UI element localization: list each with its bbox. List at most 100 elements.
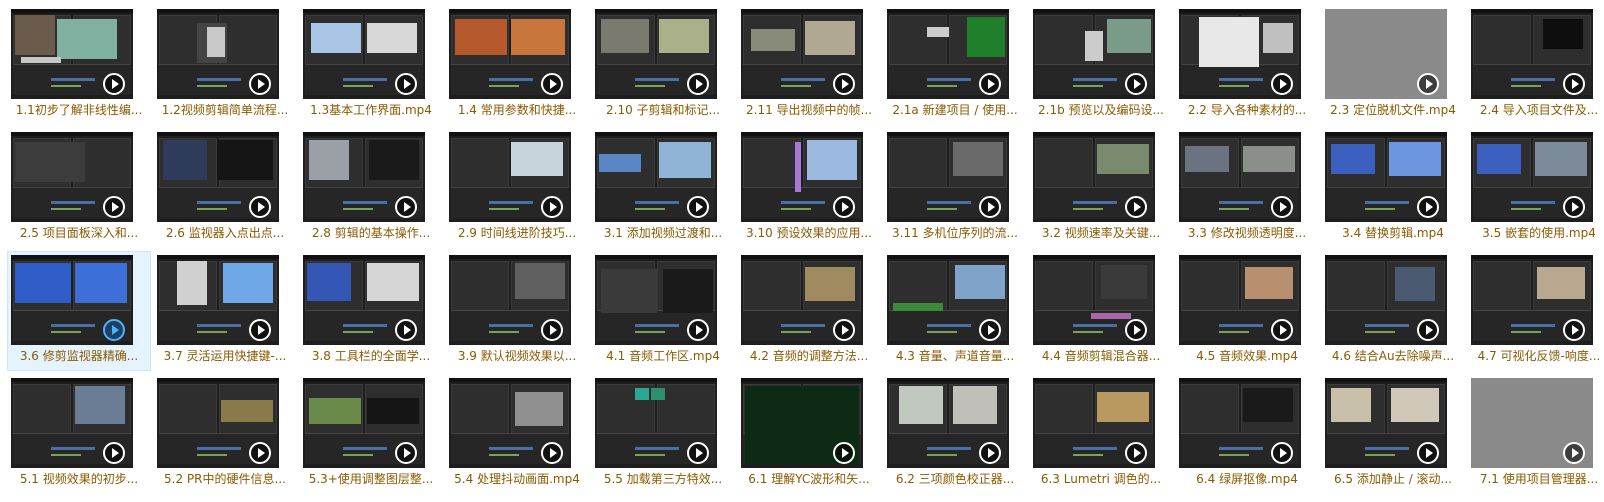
play-icon[interactable] [979,73,1001,95]
file-tile[interactable]: 4.7 可视化反馈-响度... [1468,252,1604,370]
file-tile[interactable]: 2.10 子剪辑和标记... [592,6,734,124]
file-tile[interactable]: 2.2 导入各种素材的... [1176,6,1318,124]
video-thumbnail [1325,9,1447,99]
file-tile[interactable]: 3.8 工具栏的全面学... [300,252,442,370]
file-tile[interactable]: 4.5 音频效果.mp4 [1176,252,1318,370]
file-tile[interactable]: 2.11 导出视频中的帧... [738,6,880,124]
play-icon[interactable] [979,442,1001,464]
play-icon[interactable] [1271,73,1293,95]
play-icon[interactable] [1125,73,1147,95]
play-icon[interactable] [249,73,271,95]
play-icon[interactable] [1271,196,1293,218]
play-icon[interactable] [395,73,417,95]
file-tile[interactable]: 6.5 添加静止 / 滚动... [1322,375,1464,493]
play-icon[interactable] [249,196,271,218]
play-icon[interactable] [1125,442,1147,464]
file-tile[interactable]: 5.4 处理抖动画面.mp4 [446,375,588,493]
file-tile[interactable]: 3.11 多机位序列的流... [884,129,1026,247]
file-name-label: 2.6 监视器入点出点... [165,226,285,240]
play-icon[interactable] [103,73,125,95]
file-tile[interactable]: 3.10 预设效果的应用... [738,129,880,247]
play-icon[interactable] [1125,196,1147,218]
play-icon[interactable] [979,196,1001,218]
play-icon[interactable] [395,319,417,341]
play-icon[interactable] [541,319,563,341]
file-tile[interactable]: 6.2 三项颜色校正器... [884,375,1026,493]
play-icon[interactable] [687,442,709,464]
play-icon[interactable] [1417,196,1439,218]
file-tile[interactable]: 6.1 理解YC波形和矢... [738,375,880,493]
file-tile[interactable]: 3.3 修改视频透明度... [1176,129,1318,247]
play-icon[interactable] [833,319,855,341]
play-icon[interactable] [1417,73,1439,95]
file-tile[interactable]: 2.4 导入项目文件及... [1468,6,1604,124]
file-tile[interactable]: 2.1b 预览以及编码设... [1030,6,1172,124]
play-icon[interactable] [1563,73,1585,95]
file-tile[interactable]: 5.1 视频效果的初步... [8,375,150,493]
file-tile[interactable]: 1.3基本工作界面.mp4 [300,6,442,124]
play-icon[interactable] [541,442,563,464]
file-name-label: 6.5 添加静止 / 滚动... [1333,472,1452,486]
file-name-label: 6.3 Lumetri 调色的... [1040,472,1162,486]
file-tile[interactable]: 3.1 添加视频过渡和... [592,129,734,247]
file-tile[interactable]: 1.2视频剪辑简单流程... [154,6,296,124]
file-tile[interactable]: 4.2 音频的调整方法... [738,252,880,370]
file-tile[interactable]: 2.8 剪辑的基本操作... [300,129,442,247]
play-icon[interactable] [1417,442,1439,464]
play-icon[interactable] [1563,196,1585,218]
file-tile[interactable]: 6.4 绿屏抠像.mp4 [1176,375,1318,493]
file-tile[interactable]: 4.3 音量、声道音量... [884,252,1026,370]
play-icon[interactable] [395,442,417,464]
file-name-label: 4.6 结合Au去除噪声... [1331,349,1455,363]
play-icon[interactable] [833,73,855,95]
file-name-label: 3.3 修改视频透明度... [1187,226,1307,240]
play-icon[interactable] [1417,319,1439,341]
file-name-label: 2.9 时间线进阶技巧... [457,226,577,240]
file-name-label: 2.2 导入各种素材的... [1187,103,1307,117]
play-icon[interactable] [979,319,1001,341]
play-icon[interactable] [687,319,709,341]
play-icon[interactable] [1563,442,1585,464]
play-icon[interactable] [541,73,563,95]
play-icon[interactable] [249,319,271,341]
file-tile[interactable]: 3.7 灵活运用快捷键-... [154,252,296,370]
file-tile[interactable]: 3.6 修剪监视器精确... [7,251,151,371]
file-tile[interactable]: 2.5 项目面板深入和... [8,129,150,247]
file-tile[interactable]: 3.5 嵌套的使用.mp4 [1468,129,1604,247]
file-tile[interactable]: 3.2 视频速率及关键... [1030,129,1172,247]
file-tile[interactable]: 2.3 定位脱机文件.mp4 [1322,6,1464,124]
play-icon[interactable] [1563,319,1585,341]
file-tile[interactable]: 3.9 默认视频效果以... [446,252,588,370]
play-icon[interactable] [1125,319,1147,341]
file-tile[interactable]: 6.3 Lumetri 调色的... [1030,375,1172,493]
play-icon[interactable] [541,196,563,218]
file-name-label: 2.4 导入项目文件及... [1479,103,1599,117]
file-tile[interactable]: 5.2 PR中的硬件信息... [154,375,296,493]
play-icon[interactable] [103,442,125,464]
video-thumbnail [1325,255,1447,345]
file-tile[interactable]: 1.1初步了解非线性编... [8,6,150,124]
play-icon[interactable] [687,73,709,95]
file-tile[interactable]: 4.4 音频剪辑混合器... [1030,252,1172,370]
play-icon[interactable] [833,196,855,218]
play-icon[interactable] [103,319,125,341]
file-tile[interactable]: 5.5 加载第三方特效... [592,375,734,493]
file-tile[interactable]: 2.6 监视器入点出点... [154,129,296,247]
play-icon[interactable] [249,442,271,464]
file-tile[interactable]: 4.6 结合Au去除噪声... [1322,252,1464,370]
file-tile[interactable]: 5.3+使用调整图层整... [300,375,442,493]
video-thumbnail [303,132,425,222]
play-icon[interactable] [103,196,125,218]
file-tile[interactable]: 2.9 时间线进阶技巧... [446,129,588,247]
play-icon[interactable] [395,196,417,218]
file-tile[interactable]: 2.1a 新建项目 / 使用... [884,6,1026,124]
play-icon[interactable] [833,442,855,464]
video-thumbnail [11,132,133,222]
play-icon[interactable] [1271,442,1293,464]
file-tile[interactable]: 1.4 常用参数和快捷... [446,6,588,124]
file-tile[interactable]: 7.1 使用项目管理器... [1468,375,1604,493]
file-tile[interactable]: 4.1 音频工作区.mp4 [592,252,734,370]
file-tile[interactable]: 3.4 替换剪辑.mp4 [1322,129,1464,247]
play-icon[interactable] [687,196,709,218]
play-icon[interactable] [1271,319,1293,341]
